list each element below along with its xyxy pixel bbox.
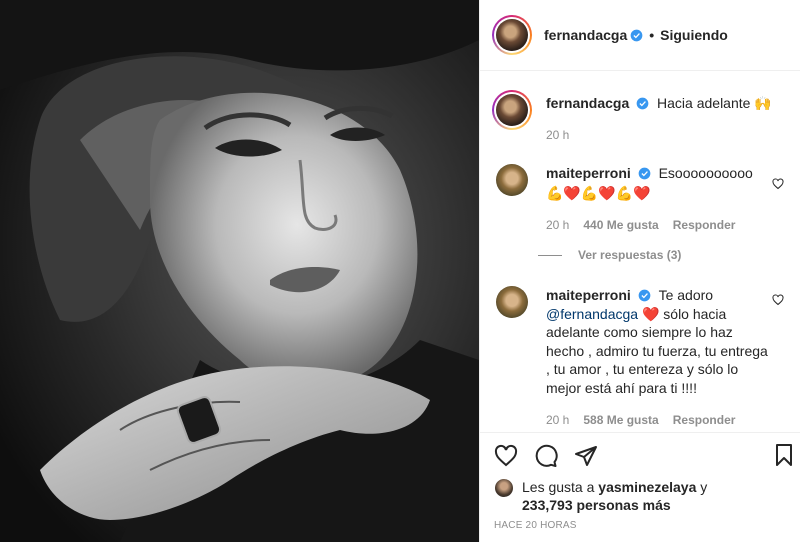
likes-suffix[interactable]: personas más [577, 497, 671, 513]
mention-link[interactable]: @fernandacga [546, 306, 638, 322]
comment-item: maiteperroni Te adoro @fernandacga ❤️ só… [480, 286, 800, 430]
following-button[interactable]: Siguiendo [660, 27, 728, 43]
verified-badge-icon [636, 97, 649, 110]
reply-button[interactable]: Responder [673, 411, 736, 430]
commenter-username[interactable]: maiteperroni [546, 165, 631, 181]
action-bar [480, 432, 800, 478]
reply-button[interactable]: Responder [673, 216, 736, 234]
likes-count[interactable]: 233,793 [522, 497, 573, 513]
likes-prefix: Les gusta a [522, 479, 595, 495]
view-replies-label: Ver respuestas (3) [578, 248, 682, 262]
comment-likes[interactable]: 440 Me gusta [583, 216, 658, 234]
portrait-image [0, 0, 479, 542]
verified-badge-icon [630, 29, 643, 41]
comment-like-heart-icon[interactable] [772, 178, 784, 190]
separator-dot: • [649, 27, 655, 43]
caption: fernandacga Hacia adelante 🙌 20 h [480, 90, 800, 144]
liker-username[interactable]: yasminezelaya [598, 479, 696, 495]
comment-text: Esoooooooooo [658, 165, 753, 181]
post-header: fernandacga • Siguiendo [480, 0, 800, 71]
post-sidebar: fernandacga • Siguiendo fernandacga Haci… [479, 0, 800, 542]
view-replies-button[interactable]: Ver respuestas (3) [538, 248, 681, 262]
comment-time[interactable]: 20 h [546, 411, 569, 430]
comment-text-start: Te adoro [658, 287, 714, 303]
commenter-avatar[interactable] [496, 286, 528, 318]
commenter-avatar[interactable] [496, 164, 528, 196]
comment-item: maiteperroni Esoooooooooo 💪❤️💪❤️💪❤️ 20 h… [480, 164, 800, 234]
post-photo[interactable] [0, 0, 479, 542]
comment-time[interactable]: 20 h [546, 216, 569, 234]
caption-avatar[interactable] [492, 90, 532, 130]
verified-badge-icon [638, 289, 651, 302]
caption-username[interactable]: fernandacga [546, 95, 629, 111]
comments-section: fernandacga Hacia adelante 🙌 20 h maitep… [480, 72, 800, 432]
instagram-post: fernandacga • Siguiendo fernandacga Haci… [0, 0, 800, 542]
likes-connector: y [700, 479, 708, 495]
liker-avatar[interactable] [494, 478, 514, 498]
comment-bubble-icon[interactable] [534, 444, 558, 468]
comment-likes[interactable]: 588 Me gusta [583, 411, 658, 430]
replies-divider-line [538, 254, 562, 256]
commenter-username[interactable]: maiteperroni [546, 287, 631, 303]
post-timestamp[interactable]: HACE 20 HORAS [494, 520, 577, 531]
heart-outline-icon[interactable] [494, 444, 518, 468]
likes-summary: Les gusta a yasminezelaya y 233,793 pers… [494, 478, 794, 514]
heart-emoji: ❤️ [641, 305, 660, 322]
comment-like-heart-icon[interactable] [772, 294, 784, 306]
author-username[interactable]: fernandacga [544, 27, 627, 43]
bookmark-icon[interactable] [772, 443, 796, 467]
caption-time[interactable]: 20 h [546, 126, 569, 144]
comment-emoji-line: 💪❤️💪❤️💪❤️ [546, 185, 651, 201]
paper-plane-icon[interactable] [574, 444, 598, 468]
header-text: fernandacga • Siguiendo [544, 27, 728, 43]
author-avatar[interactable] [492, 15, 532, 55]
verified-badge-icon [638, 167, 651, 180]
raised-hands-emoji: 🙌 [754, 95, 772, 111]
caption-text: Hacia adelante [657, 95, 751, 111]
